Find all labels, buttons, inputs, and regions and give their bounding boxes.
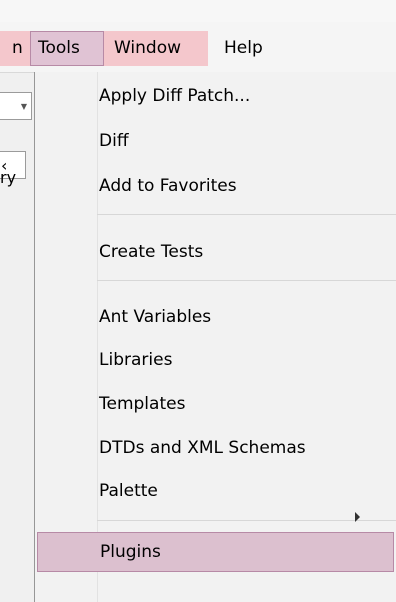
menu-item-partial[interactable]: n (0, 31, 30, 66)
menu-item-label: Apply Diff Patch... (99, 86, 251, 106)
menu-separator (97, 214, 396, 215)
menu-item-apply-diff-patch[interactable]: Apply Diff Patch... (99, 76, 250, 116)
menu-item-label: Create Tests (99, 242, 204, 262)
menu-item-partial-label: n (12, 38, 23, 58)
menu-item-label: Plugins (100, 542, 161, 562)
menu-item-label: Ant Variables (99, 307, 212, 327)
tools-dropdown-menu: Apply Diff Patch... Diff Add to Favorite… (34, 72, 396, 602)
menu-item-label: DTDs and XML Schemas (99, 438, 306, 458)
window-top-strip (0, 0, 396, 22)
submenu-arrow-icon (355, 512, 360, 522)
menu-item-label: Palette (99, 481, 158, 501)
menu-item-dtds-and-xml-schemas[interactable]: DTDs and XML Schemas (99, 428, 306, 468)
menu-separator (97, 280, 396, 281)
menu-item-plugins[interactable]: Plugins (37, 532, 394, 572)
menu-item-templates[interactable]: Templates (99, 384, 185, 424)
menu-item-label: Templates (99, 394, 186, 414)
menu-item-help-label: Help (224, 38, 263, 58)
menu-item-diff[interactable]: Diff (99, 121, 129, 161)
menu-item-libraries[interactable]: Libraries (99, 340, 172, 380)
menu-item-help[interactable]: Help (214, 31, 274, 66)
background-label-fragment: ry (0, 168, 17, 187)
menu-separator (97, 520, 396, 521)
menu-item-palette[interactable]: Palette (99, 471, 158, 511)
menu-item-tools-label: Tools (38, 38, 80, 58)
background-combo-box[interactable]: ▼ (0, 92, 32, 120)
menu-item-window-label: Window (114, 38, 182, 58)
menu-icon-column (35, 72, 98, 602)
menu-item-label: Add to Favorites (99, 176, 237, 196)
menu-item-ant-variables[interactable]: Ant Variables (99, 297, 211, 337)
menu-item-tools[interactable]: Tools (30, 31, 104, 66)
menu-item-create-tests[interactable]: Create Tests (99, 232, 203, 272)
chevron-down-icon: ▼ (20, 102, 27, 111)
menu-item-label: Libraries (99, 350, 173, 370)
menu-item-window[interactable]: Window (104, 31, 208, 66)
menu-item-label: Diff (99, 131, 129, 151)
menubar: n Tools Window Help (0, 22, 396, 73)
menu-item-add-to-favorites[interactable]: Add to Favorites (99, 166, 237, 206)
